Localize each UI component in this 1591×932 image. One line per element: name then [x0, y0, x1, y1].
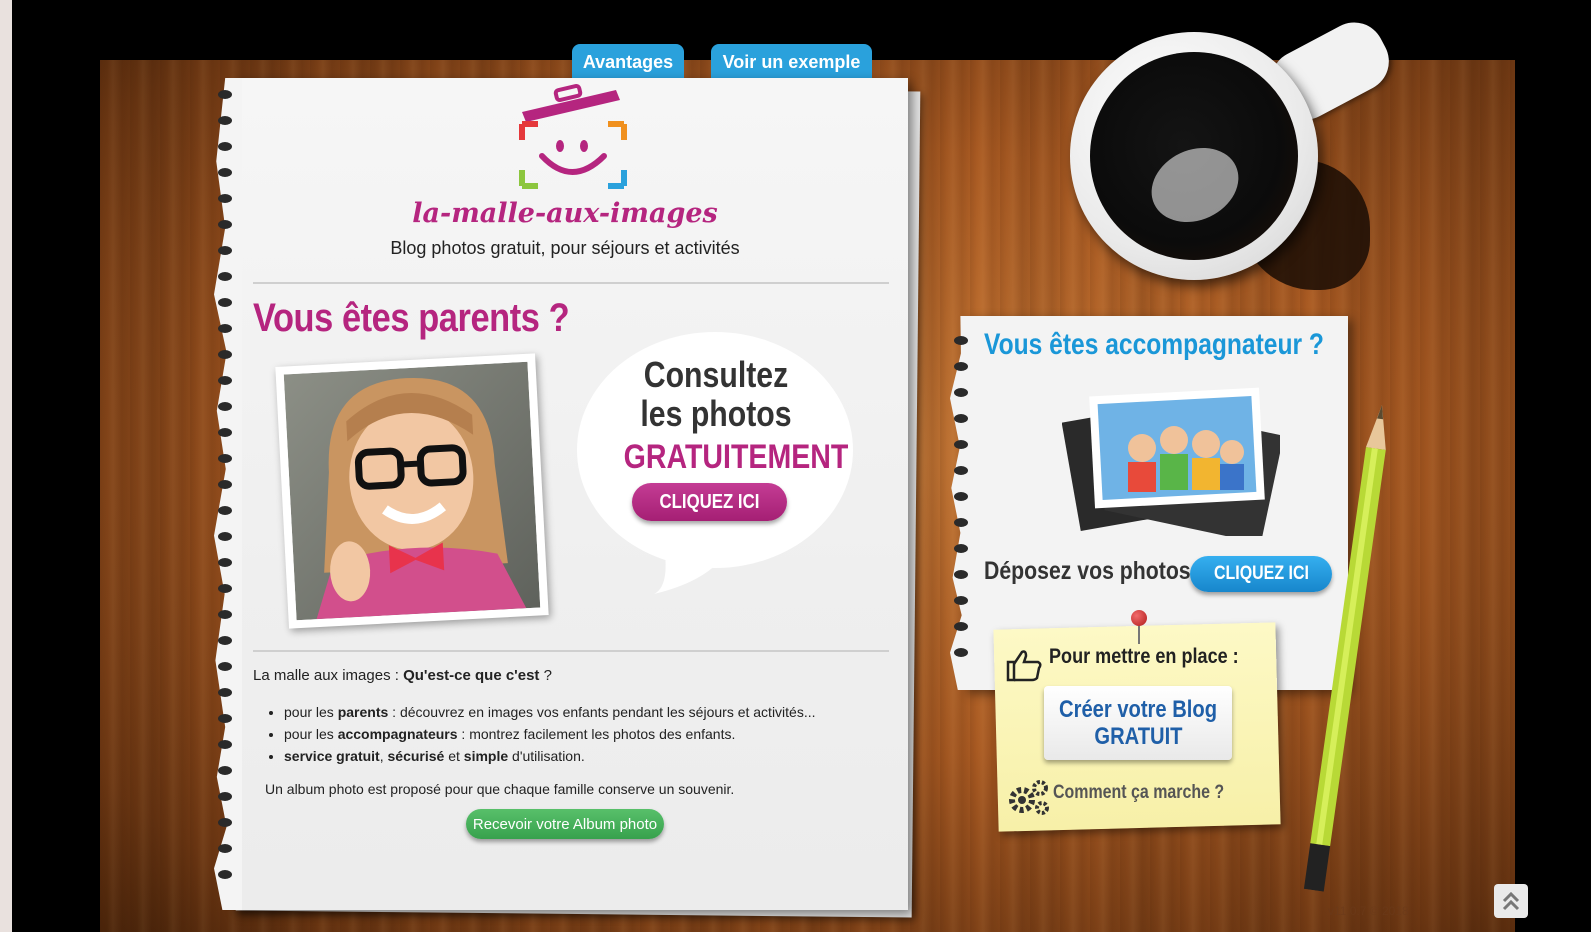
- note-title: Pour mettre en place :: [1049, 645, 1239, 668]
- create-blog-button[interactable]: Créer votre Blog GRATUIT: [1044, 686, 1232, 760]
- brand-tagline: Blog photos gratuit, pour séjours et act…: [390, 238, 740, 258]
- version-text: v11.0.7 © 2018: [1328, 904, 1409, 918]
- bubble-line-photos: les photos: [640, 393, 792, 434]
- photo-stack-image: [1062, 387, 1280, 536]
- album-photo-button[interactable]: Recevoir votre Album photo: [466, 809, 664, 839]
- about-intro: La malle aux images : Qu'est-ce que c'es…: [253, 667, 552, 684]
- accompagnateur-cliquez-ici-button[interactable]: CLIQUEZ ICI: [1190, 556, 1332, 592]
- girl-photo: [275, 353, 549, 629]
- tab-avantages[interactable]: Avantages: [572, 44, 684, 80]
- bubble-line-consultez: Consultez: [643, 354, 789, 395]
- chevrons-up-icon: [1502, 891, 1520, 911]
- scroll-to-top-button[interactable]: [1494, 884, 1528, 918]
- accompagnateur-heading: Vous êtes accompagnateur ?: [984, 328, 1324, 361]
- gears-icon: [1009, 780, 1049, 815]
- divider: [253, 282, 889, 284]
- torn-notebook-edge: [938, 316, 976, 690]
- comment-ca-marche-link[interactable]: Comment ça marche ?: [1053, 782, 1224, 804]
- torn-notebook-edge: [196, 78, 242, 910]
- album-description: Un album photo est proposé pour que chaq…: [265, 781, 735, 797]
- list-item: pour les accompagnateurs : montrez facil…: [284, 723, 816, 745]
- logo-smiley-case-icon: [519, 84, 627, 189]
- tab-voir-exemple[interactable]: Voir un exemple: [711, 44, 872, 80]
- about-list: pour les parents : découvrez en images v…: [262, 701, 816, 767]
- parents-cliquez-ici-button[interactable]: CLIQUEZ ICI: [632, 483, 787, 521]
- thumbs-up-icon: [1006, 650, 1042, 682]
- list-item: pour les parents : découvrez en images v…: [284, 701, 816, 723]
- list-item: service gratuit, sécurisé et simple d'ut…: [284, 745, 816, 767]
- divider: [253, 650, 889, 652]
- deposez-photos-label: Déposez vos photos: [984, 557, 1191, 585]
- push-pin-icon: [1131, 610, 1147, 626]
- parents-heading: Vous êtes parents ?: [253, 296, 570, 340]
- left-edge: [0, 0, 12, 932]
- brand-name[interactable]: la-malle-aux-images: [400, 198, 730, 229]
- bubble-line-gratuitement: GRATUITEMENT: [623, 438, 849, 476]
